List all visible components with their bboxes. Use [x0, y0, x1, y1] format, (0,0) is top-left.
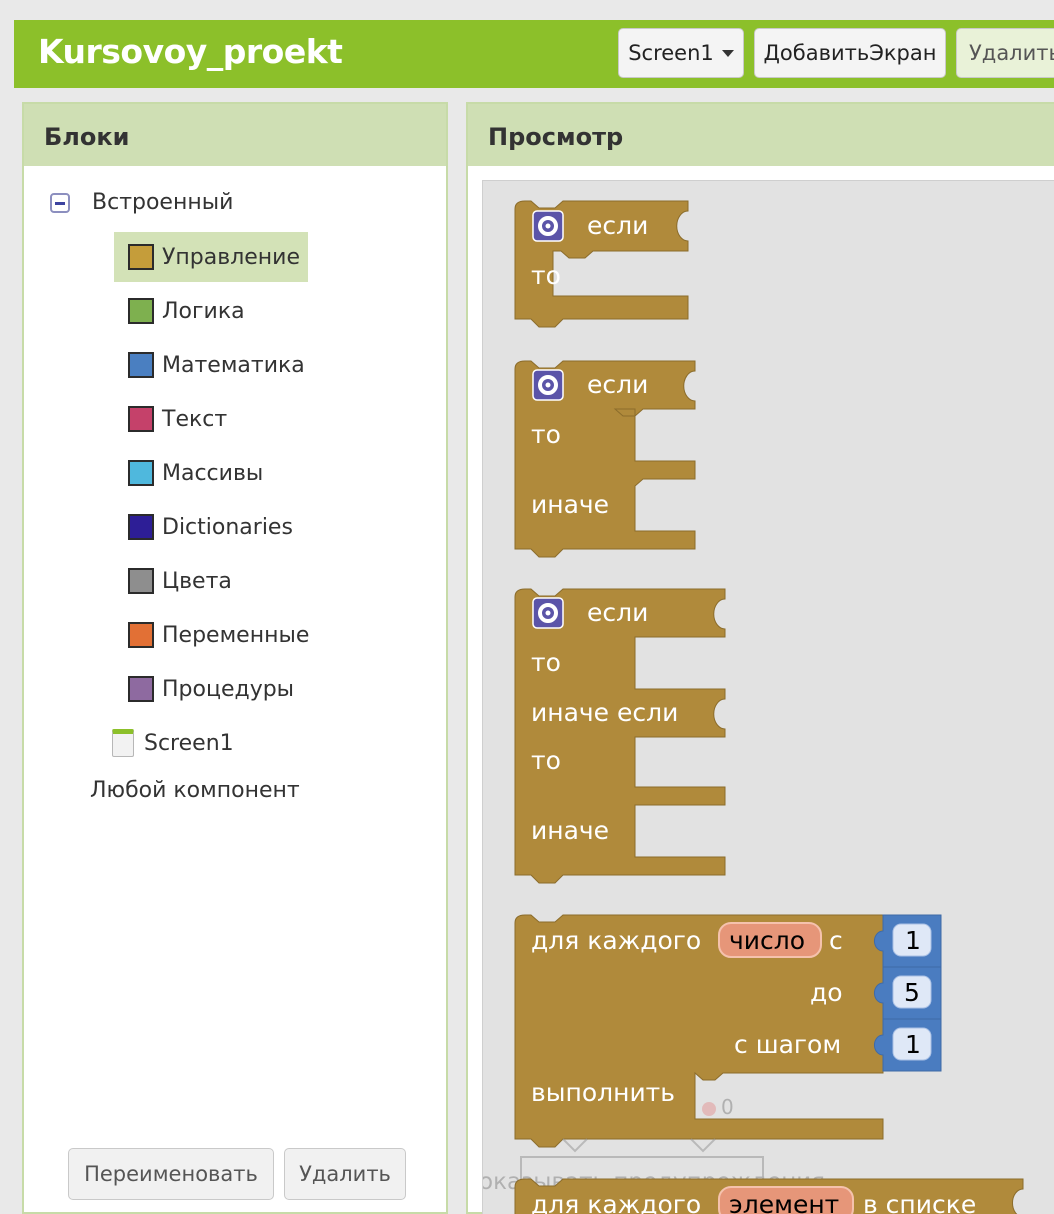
else-label: иначе: [531, 490, 609, 519]
then-label: то: [531, 648, 561, 677]
category-label: Массивы: [162, 460, 264, 486]
swatch-icon: [128, 298, 154, 324]
if-then-block[interactable]: если то: [514, 200, 689, 328]
category-lists[interactable]: Массивы: [114, 448, 271, 498]
category-dictionaries[interactable]: Dictionaries: [114, 502, 301, 552]
swatch-icon: [128, 460, 154, 486]
blocks-panel-title: Блоки: [24, 104, 446, 166]
add-screen-button[interactable]: ДобавитьЭкран: [754, 28, 946, 78]
viewer-panel-title: Просмотр: [468, 104, 1054, 166]
category-control[interactable]: Управление: [114, 232, 309, 282]
for-each-label: для каждого: [531, 926, 701, 955]
to-label: до: [810, 978, 843, 1007]
category-logic[interactable]: Логика: [114, 286, 253, 336]
to-value: 5: [904, 978, 920, 1007]
builtin-label: Встроенный: [92, 190, 234, 215]
screen-icon: [112, 729, 134, 757]
do-label: выполнить: [531, 1078, 675, 1107]
builtin-node[interactable]: Встроенный: [50, 190, 233, 215]
from-value: 1: [905, 926, 921, 955]
chevron-down-icon: [721, 49, 734, 57]
gear-icon[interactable]: [532, 597, 564, 629]
else-label: иначе: [531, 816, 609, 845]
gear-icon[interactable]: [532, 369, 564, 401]
screen-label: Screen1: [144, 730, 234, 756]
if-then-else-block[interactable]: если то иначе: [514, 360, 696, 558]
viewer-panel: Просмотр если то если то иначе если то и…: [466, 102, 1054, 1214]
any-component-item[interactable]: Любой компонент: [90, 778, 300, 803]
swatch-icon: [128, 622, 154, 648]
warning-count: 0: [721, 1095, 734, 1119]
if-label: если: [587, 598, 648, 627]
category-variables[interactable]: Переменные: [114, 610, 317, 660]
swatch-icon: [128, 514, 154, 540]
item-var-label: элемент: [729, 1190, 839, 1214]
category-label: Логика: [162, 298, 245, 324]
collapse-icon[interactable]: [50, 192, 70, 213]
warning-dot-icon: [702, 1102, 716, 1116]
else-if-label: иначе если: [531, 698, 678, 727]
for-each-label: для каждого: [531, 1190, 701, 1214]
swatch-icon: [128, 676, 154, 702]
blocks-workspace[interactable]: если то если то иначе если то иначе если…: [482, 180, 1054, 1214]
step-label: с шагом: [734, 1030, 841, 1059]
if-label: если: [587, 211, 648, 240]
category-label: Переменные: [162, 622, 310, 648]
in-list-label: в списке: [863, 1190, 976, 1214]
swatch-icon: [128, 568, 154, 594]
category-colors[interactable]: Цвета: [114, 556, 240, 606]
category-label: Цвета: [162, 568, 232, 594]
category-math[interactable]: Математика: [114, 340, 313, 390]
workspace-canvas: если то если то иначе если то иначе если…: [483, 200, 1024, 1214]
tree-item-screen1[interactable]: Screen1: [98, 718, 242, 768]
remove-screen-button[interactable]: Удалить: [956, 28, 1054, 78]
then-label: то: [531, 746, 561, 775]
from-label: с: [829, 926, 843, 955]
app-title: Kursovoy_proekt: [38, 32, 343, 71]
swatch-icon: [128, 406, 154, 432]
rename-button[interactable]: Переименовать: [68, 1148, 274, 1200]
category-label: Текст: [162, 406, 228, 432]
category-label: Процедуры: [162, 676, 295, 702]
number-var-label: число: [729, 926, 805, 955]
category-text[interactable]: Текст: [114, 394, 235, 444]
screen-select[interactable]: Screen1: [618, 28, 744, 78]
arrow-icon: [562, 1138, 588, 1153]
category-procedures[interactable]: Процедуры: [114, 664, 302, 714]
arrow-icon: [690, 1138, 716, 1153]
for-each-list-block[interactable]: для каждого элемент в списке: [514, 1178, 1024, 1214]
category-label: Управление: [162, 244, 301, 270]
step-value: 1: [905, 1030, 921, 1059]
swatch-icon: [128, 352, 154, 378]
category-label: Dictionaries: [162, 514, 293, 540]
blocks-panel: Блоки Встроенный Управление Логика Матем…: [22, 102, 448, 1214]
swatch-icon: [128, 244, 154, 270]
category-label: Математика: [162, 352, 305, 378]
delete-button[interactable]: Удалить: [284, 1148, 406, 1200]
then-label: то: [531, 261, 561, 290]
if-elseif-else-block[interactable]: если то иначе если то иначе: [514, 588, 726, 884]
gear-icon[interactable]: [532, 210, 564, 242]
if-label: если: [587, 370, 648, 399]
then-label: то: [531, 420, 561, 449]
app-header: Kursovoy_proekt Screen1 ДобавитьЭкран Уд…: [14, 20, 1054, 88]
screen-select-label: Screen1: [628, 41, 714, 65]
